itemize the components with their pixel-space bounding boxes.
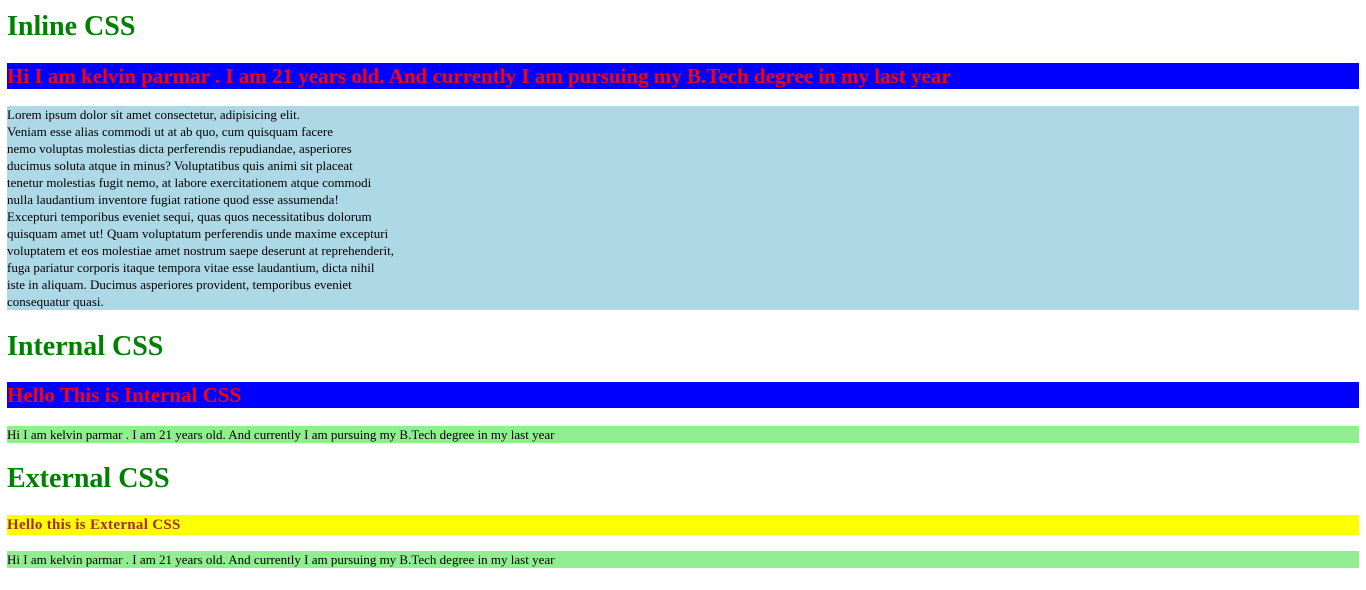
lorem-line: nemo voluptas molestias dicta perferendi… (7, 141, 352, 156)
internal-css-banner: Hello This is Internal CSS (7, 382, 1359, 408)
lorem-line: voluptatem et eos molestiae amet nostrum… (7, 243, 394, 258)
lorem-line: quisquam amet ut! Quam voluptatum perfer… (7, 226, 389, 241)
lorem-line: Excepturi temporibus eveniet sequi, quas… (7, 209, 372, 224)
external-css-heading: External CSS (7, 463, 170, 494)
lorem-line: iste in aliquam. Ducimus asperiores prov… (7, 277, 352, 292)
inline-css-heading: Inline CSS (7, 11, 136, 42)
lorem-line: Lorem ipsum dolor sit amet consectetur, … (7, 107, 300, 122)
lorem-paragraph: Lorem ipsum dolor sit amet consectetur, … (7, 106, 1359, 310)
lorem-line: nulla laudantium inventore fugiat ration… (7, 192, 339, 207)
external-css-banner: Hello this is External CSS (7, 515, 1359, 535)
internal-css-heading: Internal CSS (7, 331, 164, 362)
lorem-line: fuga pariatur corporis itaque tempora vi… (7, 260, 375, 275)
lorem-line: tenetur molestias fugit nemo, at labore … (7, 175, 372, 190)
lorem-line: ducimus soluta atque in minus? Voluptati… (7, 158, 353, 173)
inline-css-banner: Hi I am kelvin parmar . I am 21 years ol… (7, 63, 1359, 89)
external-css-text: Hi I am kelvin parmar . I am 21 years ol… (7, 551, 1359, 568)
internal-css-text: Hi I am kelvin parmar . I am 21 years ol… (7, 426, 1359, 443)
lorem-line: consequatur quasi. (7, 294, 104, 309)
lorem-line: Veniam esse alias commodi ut at ab quo, … (7, 124, 333, 139)
